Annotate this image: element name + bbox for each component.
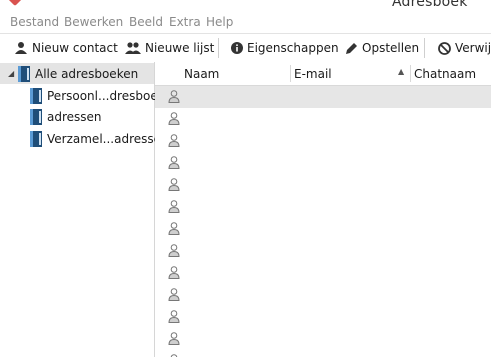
- new-contact-label: Nieuw contact: [32, 41, 118, 55]
- contact-list: Naam E-mail ▲ Chatnaam: [155, 62, 491, 357]
- contact-row[interactable]: [155, 262, 491, 284]
- tree-item-label: Persoonl...dresboek: [47, 88, 165, 103]
- column-name[interactable]: Naam: [180, 62, 290, 85]
- column-name-label: Naam: [184, 66, 220, 81]
- tree-item-label: adressen: [47, 109, 102, 124]
- toolbar-separator: [424, 38, 425, 58]
- menu-bar: Bestand Bewerken Beeld Extra Help: [0, 11, 491, 34]
- pencil-icon: [346, 42, 357, 54]
- contact-row[interactable]: [155, 240, 491, 262]
- new-list-button[interactable]: Nieuwe lijst: [125, 39, 214, 57]
- column-email[interactable]: E-mail: [290, 62, 410, 85]
- person-icon: [168, 288, 180, 301]
- compose-label: Opstellen: [362, 41, 420, 55]
- sort-ascending-icon: ▲: [398, 67, 405, 76]
- title-bar: Adresboek: [0, 0, 491, 11]
- menu-bestand[interactable]: Bestand: [10, 15, 59, 29]
- contact-row[interactable]: [155, 328, 491, 350]
- addressbook-tree: ◢ Alle adresboeken Persoonl...dresboek a…: [0, 62, 169, 357]
- person-icon: [168, 244, 180, 257]
- window-title: Adresboek: [392, 0, 468, 10]
- person-icon: [168, 112, 180, 125]
- person-icon: [168, 222, 180, 235]
- menu-extra[interactable]: Extra: [169, 15, 201, 29]
- contact-icon: [15, 42, 27, 54]
- toolbar: Nieuw contact Nieuwe lijst Eigenschappen…: [0, 34, 491, 63]
- menu-bewerken[interactable]: Bewerken: [64, 15, 123, 29]
- person-icon: [168, 90, 180, 103]
- tree-item-collected[interactable]: Verzamel...adressen: [30, 128, 169, 149]
- column-chat[interactable]: Chatnaam: [410, 62, 491, 85]
- contact-row[interactable]: [155, 306, 491, 328]
- contact-row[interactable]: [155, 152, 491, 174]
- tree-item-personal[interactable]: Persoonl...dresboek: [30, 85, 165, 106]
- contact-row[interactable]: [155, 284, 491, 306]
- contact-row[interactable]: [155, 174, 491, 196]
- toolbar-separator: [218, 38, 219, 58]
- new-list-label: Nieuwe lijst: [145, 41, 215, 55]
- expander-icon[interactable]: ◢: [8, 69, 16, 78]
- tree-item-label: Alle adresboeken: [35, 66, 139, 81]
- info-icon: [231, 42, 243, 54]
- contact-row[interactable]: [155, 350, 491, 357]
- delete-label: Verwijd: [455, 41, 491, 55]
- new-contact-button[interactable]: Nieuw contact: [14, 39, 118, 57]
- compose-button[interactable]: Opstellen: [345, 39, 419, 57]
- column-header: Naam E-mail ▲ Chatnaam: [155, 62, 491, 86]
- person-icon: [168, 200, 180, 213]
- tree-item-adressen[interactable]: adressen: [30, 106, 102, 127]
- person-icon: [168, 134, 180, 147]
- delete-icon: [438, 41, 451, 55]
- column-email-label: E-mail: [294, 66, 332, 81]
- person-icon: [168, 310, 180, 323]
- list-icon: [125, 42, 141, 54]
- app-icon: [7, 0, 23, 7]
- properties-label: Eigenschappen: [247, 41, 339, 55]
- book-icon: [30, 87, 42, 104]
- properties-button[interactable]: Eigenschappen: [231, 39, 339, 57]
- tree-item-all-addressbooks[interactable]: ◢ Alle adresboeken: [0, 63, 154, 84]
- person-icon: [168, 156, 180, 169]
- menu-beeld[interactable]: Beeld: [129, 15, 163, 29]
- contact-row[interactable]: [155, 218, 491, 240]
- person-icon: [168, 266, 180, 279]
- book-icon: [18, 65, 30, 82]
- contact-row[interactable]: [155, 196, 491, 218]
- tree-item-label: Verzamel...adressen: [47, 131, 169, 146]
- menu-help[interactable]: Help: [206, 15, 233, 29]
- contact-row[interactable]: [155, 130, 491, 152]
- column-chat-label: Chatnaam: [414, 66, 477, 81]
- book-icon: [30, 108, 42, 125]
- contact-row[interactable]: [155, 108, 491, 130]
- delete-button[interactable]: Verwijd: [438, 39, 491, 57]
- contact-row[interactable]: [155, 86, 491, 108]
- person-icon: [168, 178, 180, 191]
- person-icon: [168, 332, 180, 345]
- book-icon: [30, 130, 42, 147]
